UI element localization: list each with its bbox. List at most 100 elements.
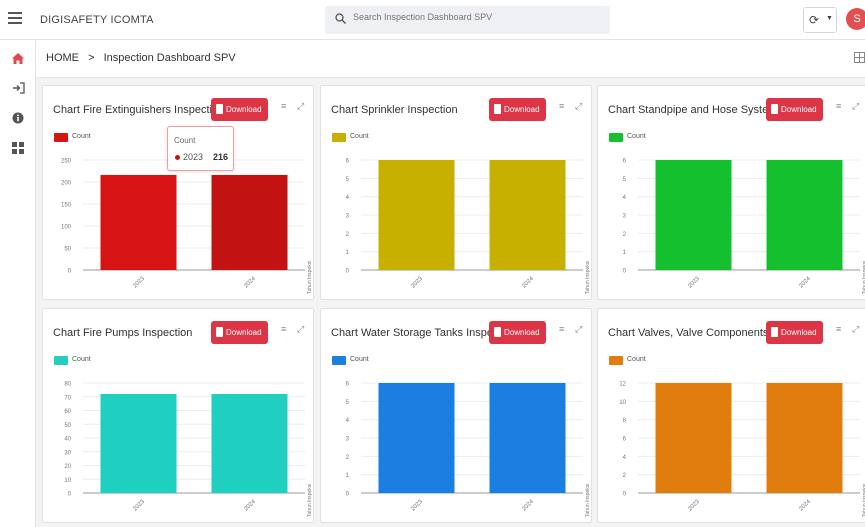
y-tick-label: 6 [346,382,350,388]
breadcrumb-current: Inspection Dashboard SPV [103,52,236,64]
filter-icon[interactable]: ≡ [559,101,564,111]
search-bar[interactable] [325,6,610,34]
breadcrumb: HOME > Inspection Dashboard SPV [36,40,865,78]
download-button[interactable]: Download [766,98,823,121]
chart-title: Chart Water Storage Tanks Inspection [331,327,497,339]
y-tick-label: 5 [346,177,350,183]
refresh-icon: ⟳ [809,13,820,27]
y-tick-label: 8 [623,418,627,424]
y-tick-label: 0 [68,269,72,275]
y-tick-label: 5 [623,177,627,183]
expand-icon[interactable]: ⤢ [575,101,582,112]
dashboard-grid-icon[interactable] [10,142,26,158]
download-button[interactable]: Download [766,321,823,344]
refresh-dropdown-button[interactable]: ⟳ ▼ [803,7,837,33]
legend-swatch[interactable] [54,133,68,142]
x-tick-label: 2024 [798,498,812,512]
y-tick-label: 4 [623,455,627,461]
y-tick-label: 5 [346,400,350,406]
bar [211,174,288,270]
filter-icon[interactable]: ≡ [559,324,564,334]
expand-icon[interactable]: ⤢ [297,101,304,112]
bar [766,383,843,493]
chart-card: Chart Sprinkler Inspection Download ≡ ⤢ … [320,85,592,300]
expand-icon[interactable]: ⤢ [575,324,582,335]
filter-icon[interactable]: ≡ [836,101,841,111]
download-button[interactable]: Download [489,321,546,344]
bar [489,160,566,270]
user-avatar[interactable]: S [846,8,865,30]
download-button[interactable]: Download [211,98,268,121]
chart-title: Chart Sprinkler Inspection [331,104,458,116]
chart-plot: 01234562023 2024 Tahun Inspeksi [623,159,865,295]
file-icon [494,327,501,337]
search-icon [335,13,346,24]
expand-icon[interactable]: ⤢ [852,101,859,112]
legend-swatch[interactable] [609,356,623,365]
y-tick-label: 250 [61,159,72,165]
x-tick-label: 2024 [243,498,257,512]
top-bar: DIGISAFETY ICOMTA ⟳ ▼ S [0,0,865,40]
download-button[interactable]: Download [489,98,546,121]
expand-icon[interactable]: ⤢ [852,324,859,335]
y-tick-label: 50 [64,247,71,253]
bar [211,394,288,493]
legend-swatch[interactable] [332,133,346,142]
chart-card: Chart Valves, Valve Components, and Trim… [597,308,865,523]
filter-icon[interactable]: ≡ [281,101,286,111]
hamburger-menu-icon[interactable] [8,12,22,26]
login-icon[interactable] [10,82,26,98]
bar [378,383,455,493]
filter-icon[interactable]: ≡ [281,324,286,334]
chart-title: Chart Fire Extinguishers Inspection [53,104,221,116]
y-tick-label: 1 [346,473,350,479]
chart-card: Chart Fire Extinguishers Inspection Down… [42,85,314,300]
info-icon[interactable] [10,112,26,128]
sidebar [0,40,36,527]
layout-toggle-icon[interactable] [854,52,865,63]
y-tick-label: 6 [346,159,350,165]
y-tick-label: 3 [346,437,350,443]
filter-icon[interactable]: ≡ [836,324,841,334]
tooltip-value: 216 [213,152,229,162]
y-tick-label: 0 [68,492,72,498]
y-tick-label: 4 [623,195,627,201]
chart-tooltip: Count 2023 216 [167,126,234,171]
x-tick-label: 2024 [243,275,257,289]
y-tick-label: 2 [346,232,350,238]
x-tick-label: 2024 [521,275,535,289]
legend-swatch[interactable] [54,356,68,365]
breadcrumb-separator: > [88,52,95,64]
bar [655,383,732,493]
file-icon [494,104,501,114]
y-tick-label: 1 [623,250,627,256]
x-tick-label: 2024 [798,275,812,289]
x-tick-label: 2023 [132,498,146,512]
legend-label: Count [350,133,369,140]
breadcrumb-home[interactable]: HOME [46,52,79,64]
x-axis-label: Tahun Inspeksi [307,484,313,517]
download-button[interactable]: Download [211,321,268,344]
bar [766,160,843,270]
chart-card: Chart Fire Pumps Inspection Download ≡ ⤢… [42,308,314,523]
chart-plot: 01234562023 2024 Tahun Inspeksi [346,382,591,518]
y-tick-label: 40 [64,437,71,443]
y-tick-label: 150 [61,203,72,209]
file-icon [216,104,223,114]
home-icon[interactable] [10,52,26,68]
search-input[interactable] [353,12,603,22]
chart-card: Chart Standpipe and Hose System Download… [597,85,865,300]
expand-icon[interactable]: ⤢ [297,324,304,335]
x-tick-label: 2023 [687,275,701,289]
y-tick-label: 4 [346,195,350,201]
chart-title: Chart Valves, Valve Components, and Trim [608,327,774,339]
y-tick-label: 100 [61,225,72,231]
chart-title: Chart Standpipe and Hose System [608,104,768,116]
bar [655,160,732,270]
legend-swatch[interactable] [332,356,346,365]
x-axis-label: Tahun Inspeksi [307,261,313,294]
y-tick-label: 20 [64,464,71,470]
chart-plot: 0 10 20 30 40 50 60 70 80 2023 2024 Tahun Inspeksi [64,382,313,518]
bar [378,160,455,270]
legend-swatch[interactable] [609,133,623,142]
